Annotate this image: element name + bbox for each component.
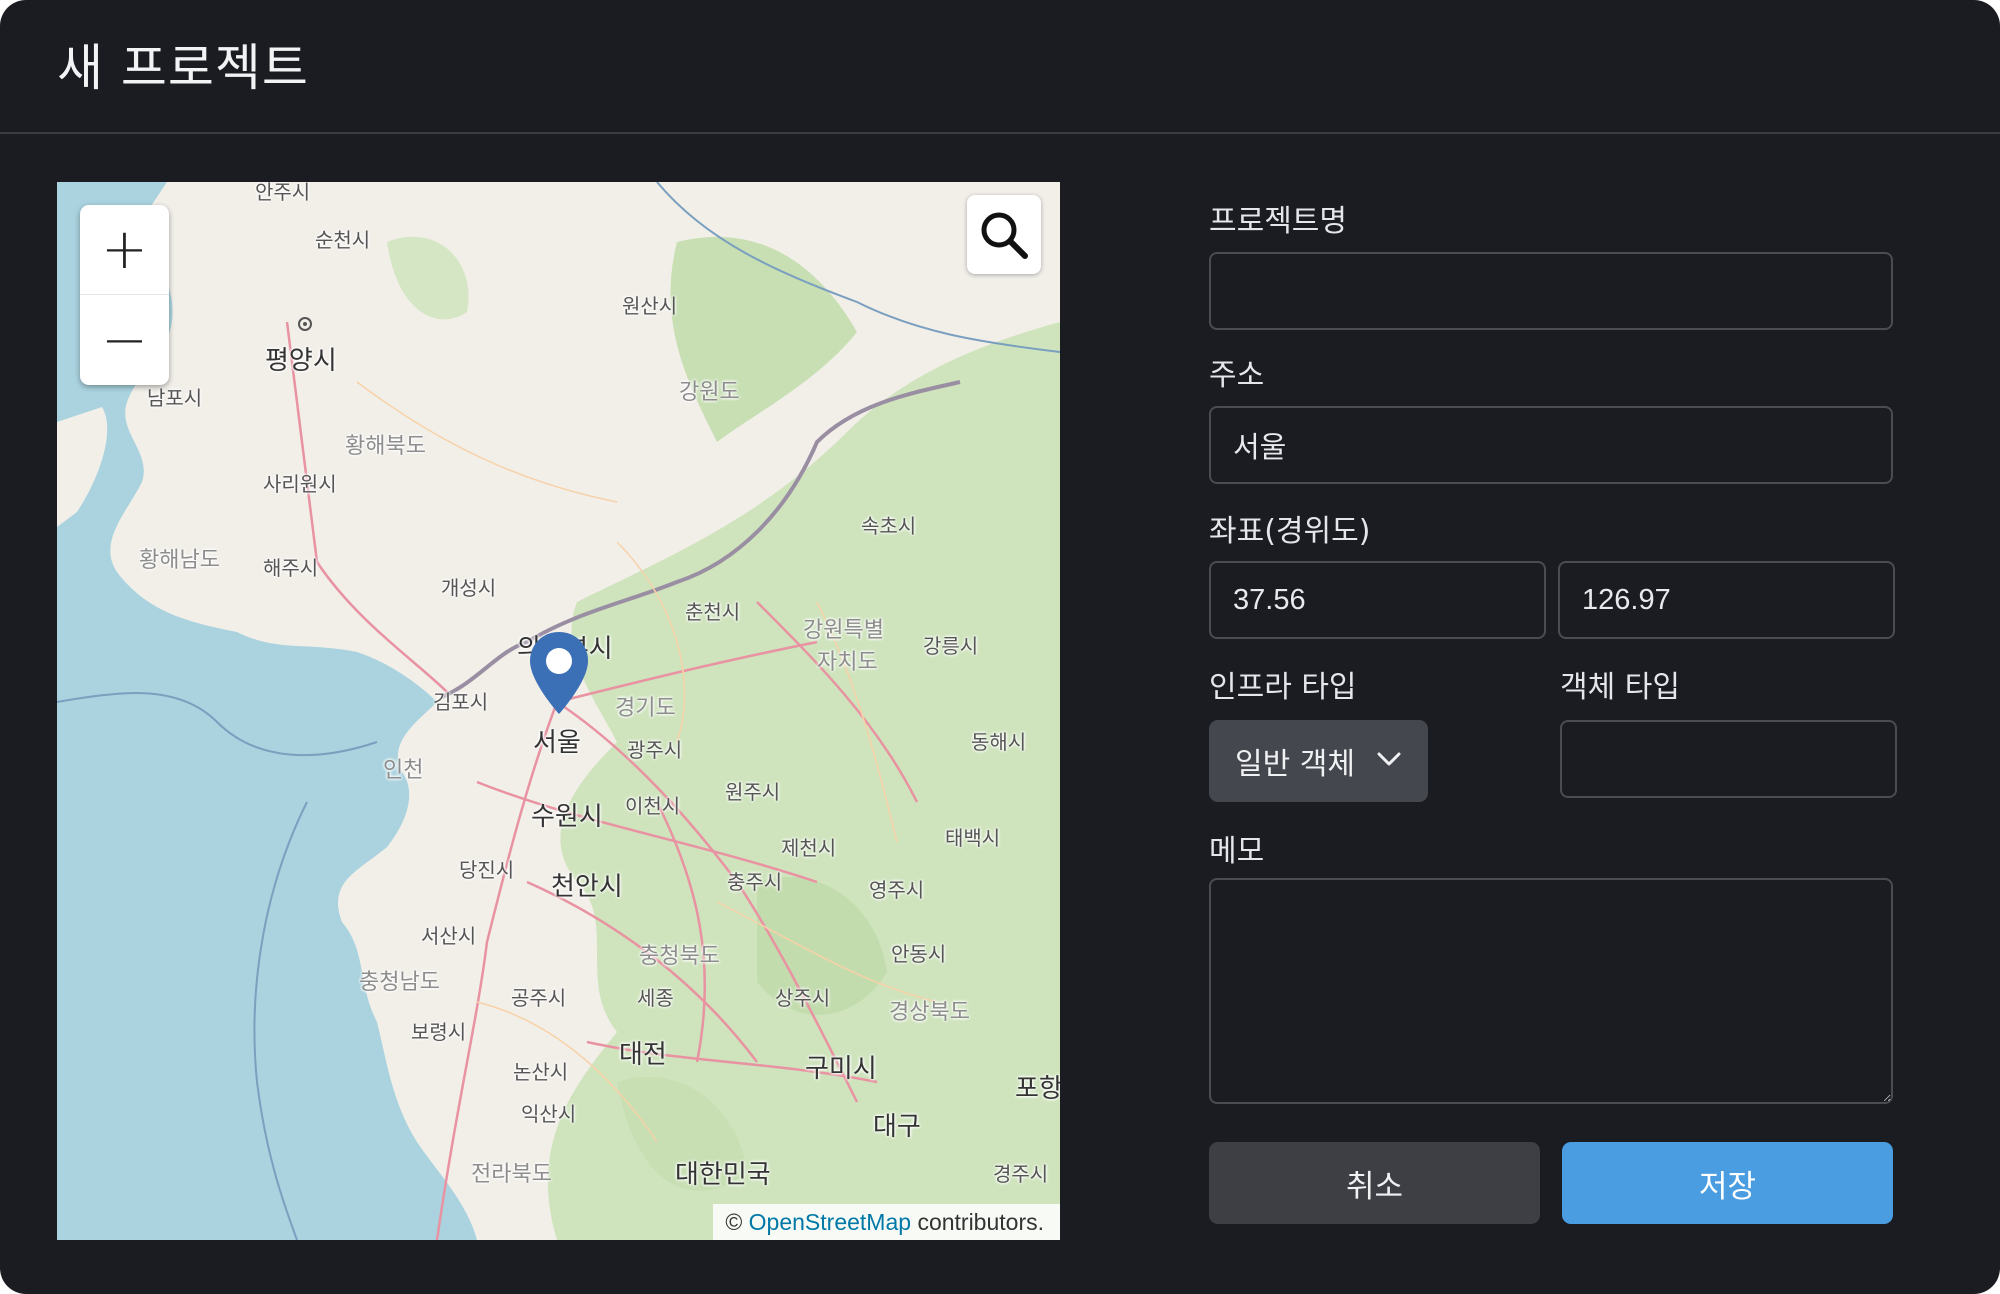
- cancel-button[interactable]: 취소: [1209, 1142, 1540, 1224]
- map-label-sangju: 상주시: [775, 986, 831, 1010]
- map-label-gyeonggi: 경기도: [615, 696, 676, 721]
- dialog-title: 새 프로젝트: [57, 39, 309, 97]
- map-label-gangwon-n: 강원도: [679, 380, 740, 405]
- project-name-input[interactable]: [1209, 252, 1893, 330]
- object-type-input[interactable]: [1560, 720, 1897, 798]
- map-label-jecheon: 제천시: [781, 836, 837, 860]
- map-label-gyeongbuk: 경상북도: [889, 1000, 970, 1025]
- map-label-seosan: 서산시: [421, 924, 477, 948]
- map-label-gimpo: 김포시: [433, 690, 489, 714]
- address-input[interactable]: [1209, 406, 1893, 484]
- map-label-anju: 안주시: [255, 182, 311, 204]
- zoom-in-button[interactable]: +: [80, 205, 169, 295]
- chevron-down-icon: [1377, 752, 1401, 766]
- save-button[interactable]: 저장: [1562, 1142, 1893, 1224]
- map-label-andong: 안동시: [891, 942, 947, 966]
- infra-type-select[interactable]: 일반 객체: [1209, 720, 1428, 802]
- map-label-hwanghae-n: 황해북도: [345, 434, 426, 459]
- map-label-chungju: 충주시: [727, 870, 783, 894]
- map-label-incheon: 인천: [383, 758, 424, 783]
- attribution-symbol: ©: [725, 1209, 743, 1235]
- map-label-gumi: 구미시: [805, 1054, 877, 1084]
- address-label: 주소: [1209, 358, 1265, 393]
- latitude-input[interactable]: [1209, 561, 1546, 639]
- map-label-gangwon-special-1: 강원특별: [803, 618, 884, 643]
- map-label-dangjin: 당진시: [459, 858, 515, 882]
- map-search-button[interactable]: [967, 195, 1041, 274]
- map-label-gwangju-g: 광주시: [627, 738, 683, 762]
- map-label-hwanghae-s: 황해남도: [139, 548, 220, 573]
- new-project-dialog: 새 프로젝트 안주시 순천시 평양시 남포시 원산시 강원도 황해북도 사리원시…: [0, 0, 2000, 1294]
- map-label-daejeon: 대전: [619, 1040, 667, 1070]
- search-icon: [981, 212, 1028, 259]
- map-label-cheonan: 천안시: [551, 872, 623, 902]
- map-label-gyeongju: 경주시: [993, 1162, 1049, 1186]
- zoom-out-button[interactable]: −: [80, 295, 169, 385]
- longitude-input[interactable]: [1558, 561, 1895, 639]
- location-map[interactable]: 안주시 순천시 평양시 남포시 원산시 강원도 황해북도 사리원시 황해남도 해…: [57, 182, 1060, 1240]
- map-label-yeongju: 영주시: [869, 878, 925, 902]
- map-label-chuncheon: 춘천시: [685, 600, 741, 624]
- map-label-gongju: 공주시: [511, 986, 567, 1010]
- coordinates-label: 좌표(경위도): [1209, 514, 1371, 549]
- project-name-label: 프로젝트명: [1209, 204, 1347, 239]
- map-label-boryeong: 보령시: [411, 1020, 467, 1044]
- map-label-chungbuk: 충청북도: [639, 944, 720, 969]
- map-label-iksan: 익산시: [521, 1102, 577, 1126]
- map-label-suncheon: 순천시: [315, 228, 371, 252]
- attribution-suffix: contributors.: [917, 1209, 1044, 1235]
- memo-label: 메모: [1209, 834, 1265, 869]
- map-label-sejong: 세종: [637, 986, 674, 1010]
- map-label-seoul: 서울: [533, 728, 581, 758]
- map-label-haeju: 해주시: [263, 556, 319, 580]
- map-label-nonsan: 논산시: [513, 1060, 569, 1084]
- map-label-chungnam: 충청남도: [359, 970, 440, 995]
- map-label-sariwon: 사리원시: [263, 472, 337, 496]
- dialog-header: 새 프로젝트: [0, 0, 2000, 134]
- map-label-taebaek: 태백시: [945, 826, 1001, 850]
- map-label-gangneung: 강릉시: [923, 634, 979, 658]
- map-label-icheon: 이천시: [625, 794, 681, 818]
- map-label-pohang: 포항: [1015, 1074, 1060, 1104]
- attribution-link[interactable]: OpenStreetMap: [749, 1209, 911, 1235]
- object-type-label: 객체 타입: [1560, 670, 1680, 705]
- map-label-pyongyang: 평양시: [265, 346, 337, 376]
- map-label-kaesong: 개성시: [441, 576, 497, 600]
- map-pin-icon[interactable]: [527, 630, 591, 716]
- map-label-wonsan: 원산시: [622, 294, 678, 318]
- memo-textarea[interactable]: [1209, 878, 1893, 1104]
- map-label-sokcho: 속초시: [861, 514, 917, 538]
- map-label-donghae: 동해시: [971, 730, 1027, 754]
- map-label-daegu: 대구: [873, 1112, 921, 1142]
- map-attribution: © OpenStreetMap contributors.: [713, 1204, 1060, 1240]
- map-label-jeonbuk: 전라북도: [471, 1162, 552, 1187]
- map-label-wonju: 원주시: [725, 780, 781, 804]
- map-label-suwon: 수원시: [531, 802, 603, 832]
- zoom-control: + −: [80, 205, 169, 385]
- infra-type-value: 일반 객체: [1235, 747, 1355, 782]
- infra-type-label: 인프라 타입: [1209, 670, 1357, 705]
- map-label-gangwon-special-2: 자치도: [817, 650, 878, 675]
- map-label-korea: 대한민국: [675, 1160, 771, 1190]
- map-label-nampo: 남포시: [147, 386, 203, 410]
